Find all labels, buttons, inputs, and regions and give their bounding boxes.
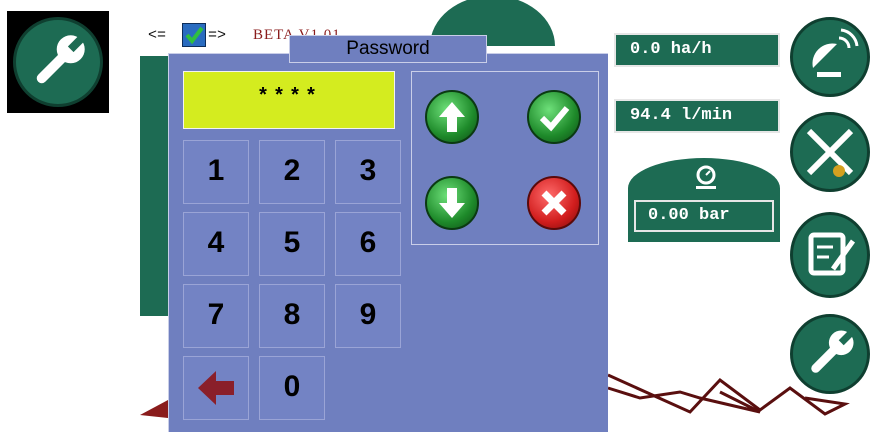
calibration-button[interactable] [790, 112, 870, 192]
confirm-button[interactable] [527, 90, 581, 144]
wrench-icon [811, 330, 854, 373]
key-5[interactable]: 5 [259, 212, 325, 276]
tools-shortcut[interactable] [7, 11, 109, 113]
backspace-arrow-icon [198, 371, 234, 405]
check-icon [539, 106, 570, 132]
up-button[interactable] [425, 90, 479, 144]
ruler-pencil-icon [806, 128, 854, 177]
notes-button[interactable] [790, 212, 870, 298]
backspace-key[interactable] [183, 356, 249, 420]
cross-icon [541, 190, 567, 216]
down-button[interactable] [425, 176, 479, 230]
rate-readout: 0.0 ha/h [614, 33, 780, 67]
key-3[interactable]: 3 [335, 140, 401, 204]
arrow-up-icon [439, 102, 465, 132]
wrench-icon [36, 35, 85, 84]
key-8[interactable]: 8 [259, 284, 325, 348]
key-7[interactable]: 7 [183, 284, 249, 348]
wrench-button[interactable] [13, 17, 103, 107]
pressure-readout: 0.00 bar [634, 200, 774, 232]
key-4[interactable]: 4 [183, 212, 249, 276]
settings-button[interactable] [790, 314, 870, 394]
key-0[interactable]: 0 [259, 356, 325, 420]
satellite-dish-icon [812, 28, 859, 77]
key-9[interactable]: 9 [335, 284, 401, 348]
key-2[interactable]: 2 [259, 140, 325, 204]
nav-next[interactable]: => [208, 27, 226, 44]
password-field[interactable]: **** [183, 71, 395, 129]
key-6[interactable]: 6 [335, 212, 401, 276]
enable-checkbox[interactable] [182, 23, 206, 47]
key-1[interactable]: 1 [183, 140, 249, 204]
boom-left [140, 400, 168, 418]
gps-button[interactable] [790, 17, 870, 97]
arrow-down-icon [439, 188, 465, 218]
flow-readout: 94.4 l/min [614, 99, 780, 133]
notepad-icon [808, 232, 856, 276]
check-icon [185, 26, 204, 45]
nav-prev[interactable]: <= [148, 27, 166, 44]
background-panel [140, 56, 170, 316]
cancel-button[interactable] [527, 176, 581, 230]
gauge-icon [690, 162, 722, 194]
dialog-title: Password [289, 35, 487, 63]
